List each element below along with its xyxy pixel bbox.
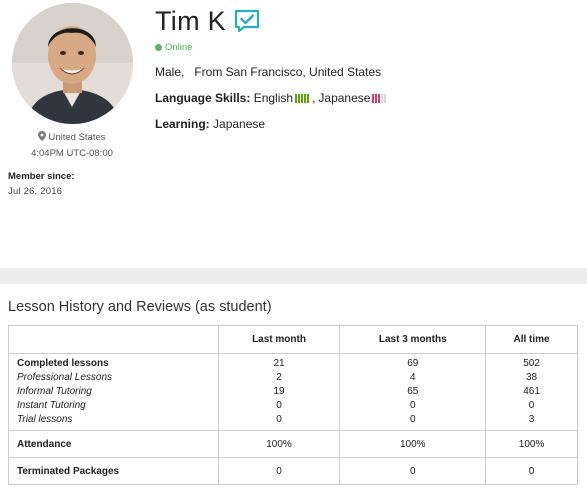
table-cell: 0 xyxy=(217,457,341,485)
language-skills-label: Language Skills: xyxy=(155,91,251,105)
lesson-labels: Completed lessons Professional Lessons I… xyxy=(8,353,219,431)
table-cell: 461 xyxy=(523,386,540,397)
level-bar xyxy=(378,93,381,103)
table-cell: 38 xyxy=(526,372,538,383)
profile-name: Tim K xyxy=(155,5,226,36)
last-3-months-values: 69 4 65 0 0 xyxy=(339,353,487,431)
all-time-values: 502 38 461 0 3 xyxy=(485,353,578,431)
table-cell: 502 xyxy=(523,358,540,369)
table-cell: 0 xyxy=(528,400,535,411)
table-cell: 0 xyxy=(485,457,578,485)
country-location: United States xyxy=(0,131,144,144)
avatar-photo xyxy=(12,3,133,124)
profile-header: United States 4:04PM UTC-08:00 Member si… xyxy=(0,0,587,268)
table-cell: 0 xyxy=(276,400,282,411)
table-cell: 100% xyxy=(485,430,578,458)
language-japanese: Japanese xyxy=(318,91,371,105)
member-since-date: Jul 26, 2016 xyxy=(8,186,63,197)
column-header xyxy=(8,325,219,354)
table-header-row: Last month Last 3 months All time xyxy=(8,325,578,354)
from-text: From San Francisco, United States xyxy=(194,65,382,79)
table-row: Completed lessons Professional Lessons I… xyxy=(8,353,578,431)
row-label: Attendance xyxy=(8,430,219,458)
level-bar xyxy=(301,93,304,103)
table-cell: 21 xyxy=(273,358,285,369)
verified-chat-icon xyxy=(234,9,260,33)
online-dot-icon xyxy=(155,44,162,51)
language-english: English xyxy=(253,91,294,105)
local-time: 4:04PM UTC-08:00 xyxy=(31,148,113,159)
table-cell: 0 xyxy=(339,457,487,485)
terminated-packages-row: Terminated Packages 0 0 0 xyxy=(8,457,578,485)
last-month-values: 21 2 19 0 0 xyxy=(217,353,341,431)
history-title: Lesson History and Reviews (as student) xyxy=(8,299,272,315)
online-status: Online xyxy=(155,42,192,53)
row-label: Completed lessons xyxy=(17,358,109,369)
attendance-row: Attendance 100% 100% 100% xyxy=(8,430,578,458)
name-row: Tim K xyxy=(155,3,260,39)
country-text: United States xyxy=(48,132,106,143)
table-cell: 0 xyxy=(409,414,416,425)
column-header: Last month xyxy=(217,325,341,354)
table-cell: 0 xyxy=(409,400,416,411)
avatar[interactable] xyxy=(12,3,133,124)
lesson-history-table: Last month Last 3 months All time Comple… xyxy=(8,325,578,485)
table-cell: 4 xyxy=(409,372,416,383)
level-bar xyxy=(381,93,384,103)
member-since-label: Member since: xyxy=(8,171,75,182)
table-cell: 69 xyxy=(407,358,419,369)
learning-info: Learning: Japanese xyxy=(155,117,265,131)
table-cell: 2 xyxy=(276,372,282,383)
level-bar xyxy=(375,93,378,103)
row-label: Informal Tutoring xyxy=(17,386,92,397)
table-cell: 3 xyxy=(528,414,535,425)
row-label: Terminated Packages xyxy=(8,457,219,485)
status-text: Online xyxy=(165,42,193,53)
basic-info: Male, From San Francisco, United States xyxy=(155,65,381,79)
row-label: Instant Tutoring xyxy=(17,400,86,411)
row-label: Professional Lessons xyxy=(17,372,113,383)
level-bar xyxy=(295,93,298,103)
learning-label: Learning: xyxy=(155,117,210,131)
table-cell: 100% xyxy=(217,430,341,458)
level-bar xyxy=(304,93,307,103)
language-skills: Language Skills: English , Japanese xyxy=(155,91,387,105)
level-bar xyxy=(384,93,387,103)
row-label: Trial lessons xyxy=(17,414,73,425)
level-bar xyxy=(307,93,310,103)
level-bar xyxy=(372,93,375,103)
sex-text: Male, xyxy=(155,65,185,79)
location-pin-icon xyxy=(38,131,47,144)
language-level-bars xyxy=(295,93,310,103)
table-cell: 100% xyxy=(339,430,487,458)
learning-language: Japanese xyxy=(213,117,266,131)
table-cell: 19 xyxy=(273,386,285,397)
section-divider xyxy=(0,268,587,284)
level-bar xyxy=(298,93,301,103)
column-header: Last 3 months xyxy=(339,325,487,354)
language-level-bars xyxy=(372,93,387,103)
column-header: All time xyxy=(485,325,578,354)
table-cell: 0 xyxy=(276,414,282,425)
table-cell: 65 xyxy=(407,386,419,397)
